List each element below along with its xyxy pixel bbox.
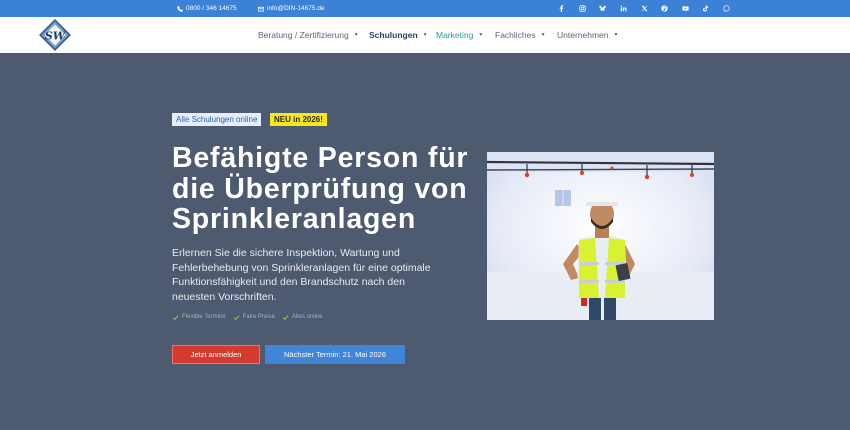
bluesky-icon[interactable] bbox=[596, 0, 608, 17]
pinterest-icon[interactable] bbox=[658, 0, 670, 17]
check-icon bbox=[233, 314, 240, 320]
nav-label: Schulungen bbox=[369, 30, 418, 40]
caret-down-icon: ▼ bbox=[422, 32, 428, 38]
svg-text:SW: SW bbox=[45, 30, 67, 43]
site-logo[interactable]: SW bbox=[38, 18, 72, 52]
nav-beratung-zertifizierung[interactable]: Beratung / Zertifizierung ▼ bbox=[258, 17, 359, 53]
phone-number: 0800 / 346 14675 bbox=[186, 5, 237, 12]
caret-down-icon: ▼ bbox=[613, 32, 619, 38]
top-bar: 0800 / 346 14675 info@DIN-14675.de bbox=[0, 0, 850, 17]
page-title: Befähigte Person für die Überprüfung von… bbox=[172, 142, 469, 235]
email-address: info@DIN-14675.de bbox=[267, 5, 325, 12]
check-icon bbox=[172, 314, 179, 320]
nav-schulungen[interactable]: Schulungen ▼ bbox=[369, 17, 428, 53]
next-date-button[interactable]: Nächster Termin: 21. Mai 2026 bbox=[265, 345, 405, 364]
online-badge: Alle Schulungen online bbox=[172, 113, 262, 126]
nav-label: Unternehmen bbox=[557, 30, 609, 40]
new-badge: NEU in 2026! bbox=[270, 113, 327, 126]
nav-label: Beratung / Zertifizierung bbox=[258, 30, 349, 40]
phone-icon bbox=[177, 5, 183, 12]
hero-image-inspector bbox=[487, 152, 714, 320]
phone-link[interactable]: 0800 / 346 14675 bbox=[177, 0, 237, 17]
hero-description: Erlernen Sie die sichere Inspektion, War… bbox=[172, 247, 431, 303]
feature-label: Alles online bbox=[291, 314, 323, 320]
feature-item: Faire Preise bbox=[233, 312, 275, 322]
facebook-icon[interactable] bbox=[555, 0, 567, 17]
check-icon bbox=[282, 314, 289, 320]
feature-list: Flexible Termine Faire Preise Alles onli… bbox=[172, 312, 323, 322]
email-link[interactable]: info@DIN-14675.de bbox=[258, 0, 325, 17]
feature-item: Flexible Termine bbox=[172, 312, 226, 322]
nav-fachliches[interactable]: Fachliches ▼ bbox=[495, 17, 546, 53]
nav-label: Marketing bbox=[436, 30, 474, 40]
caret-down-icon: ▼ bbox=[540, 32, 546, 38]
caret-down-icon: ▼ bbox=[478, 32, 484, 38]
tiktok-icon[interactable] bbox=[699, 0, 711, 17]
instagram-icon[interactable] bbox=[576, 0, 588, 17]
caret-down-icon: ▼ bbox=[353, 32, 359, 38]
nav-marketing[interactable]: Marketing ▼ bbox=[436, 17, 483, 53]
youtube-icon[interactable] bbox=[679, 0, 691, 17]
linkedin-icon[interactable] bbox=[617, 0, 629, 17]
register-button[interactable]: Jetzt anmelden bbox=[172, 345, 260, 364]
nav-unternehmen[interactable]: Unternehmen ▼ bbox=[557, 17, 618, 53]
feature-label: Flexible Termine bbox=[182, 314, 226, 320]
mail-icon bbox=[258, 6, 264, 11]
main-header: SW Beratung / Zertifizierung ▼ Schulungen… bbox=[0, 17, 850, 53]
feature-label: Faire Preise bbox=[242, 314, 275, 320]
feature-item: Alles online bbox=[282, 312, 323, 322]
nav-label: Fachliches bbox=[495, 30, 536, 40]
whatsapp-icon[interactable] bbox=[720, 0, 732, 17]
x-icon[interactable] bbox=[638, 0, 650, 17]
